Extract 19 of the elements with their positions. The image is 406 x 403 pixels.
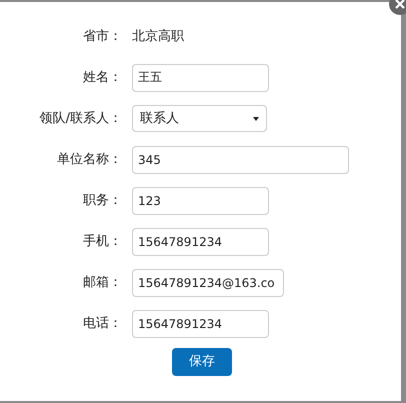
- text-field[interactable]: 15647891234@163.co: [132, 268, 284, 296]
- save-button[interactable]: 保存: [172, 348, 232, 376]
- field-label: 姓名：: [83, 68, 122, 87]
- field-value: 北京高职: [132, 28, 184, 46]
- field-label: 职务：: [83, 192, 122, 210]
- field-label: 省市：: [83, 28, 122, 46]
- text-field[interactable]: 15647891234: [132, 310, 269, 338]
- field-label: 邮箱：: [83, 274, 122, 292]
- field-label: 手机：: [83, 232, 122, 251]
- text-field[interactable]: 15647891234: [132, 228, 269, 256]
- caret-icon: [253, 116, 259, 120]
- close-icon: [395, 0, 405, 9]
- field-label: 电话：: [83, 314, 122, 333]
- text-field[interactable]: 345: [132, 146, 349, 174]
- role-dropdown[interactable]: 联系人: [132, 105, 267, 132]
- text-field[interactable]: 王五: [132, 64, 269, 92]
- field-label: 领队/联系人：: [40, 110, 122, 128]
- text-field[interactable]: 123: [132, 186, 269, 214]
- field-label: 单位名称：: [57, 150, 122, 169]
